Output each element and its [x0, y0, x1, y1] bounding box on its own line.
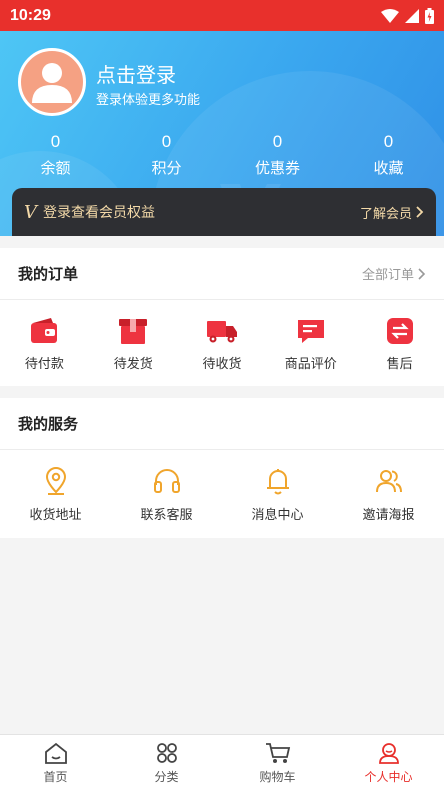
all-orders-label: 全部订单: [361, 268, 414, 283]
tab-label: 分类: [154, 770, 179, 784]
stat-value: 0: [50, 132, 61, 151]
comment-icon: [297, 320, 324, 343]
status-time: 10:29: [10, 6, 51, 24]
stat-label: 优惠券: [254, 159, 300, 177]
grid-icon: [156, 743, 177, 763]
service-label: 联系客服: [140, 508, 193, 523]
vip-banner[interactable]: V 登录查看会员权益 了解会员: [12, 188, 436, 236]
vip-link-label: 了解会员: [359, 206, 412, 222]
stat-balance[interactable]: 0 余额: [0, 131, 111, 178]
orders-grid: 待付款 待发货 待收货 商品评价 售后: [0, 300, 444, 372]
profile-icon: [378, 743, 399, 764]
service-label: 收货地址: [29, 508, 82, 523]
wallet-icon: [31, 318, 58, 343]
profile-header: 点击登录 登录体验更多功能 0 余额 0 积分 0 优惠券 0 收藏 V 登录查…: [0, 31, 444, 236]
service-address[interactable]: 收货地址: [0, 466, 111, 523]
stat-label: 余额: [40, 159, 71, 177]
service-invite-poster[interactable]: 邀请海报: [333, 466, 444, 523]
order-label: 待付款: [24, 357, 64, 372]
bell-icon: [266, 469, 289, 495]
login-title[interactable]: 点击登录: [96, 59, 176, 88]
status-bar: 10:29: [0, 0, 444, 31]
service-label: 邀请海报: [362, 508, 415, 523]
stats-row: 0 余额 0 积分 0 优惠券 0 收藏: [0, 131, 444, 178]
service-message-center[interactable]: 消息中心: [222, 466, 333, 523]
stat-label: 积分: [151, 159, 182, 177]
order-pending-shipment[interactable]: 待发货: [89, 317, 178, 372]
all-orders-link[interactable]: 全部订单: [362, 264, 426, 283]
cart-icon: [265, 743, 290, 763]
service-label: 消息中心: [251, 508, 304, 523]
services-header: 我的服务: [0, 398, 444, 450]
stat-label: 收藏: [373, 159, 404, 177]
status-icons: [381, 7, 434, 24]
order-label: 待收货: [202, 357, 242, 372]
order-after-sales[interactable]: 售后: [355, 317, 444, 372]
stat-points[interactable]: 0 积分: [111, 131, 222, 178]
chevron-right-icon: [418, 267, 426, 280]
order-label: 售后: [386, 357, 413, 372]
tab-category[interactable]: 分类: [111, 735, 222, 791]
service-customer-support[interactable]: 联系客服: [111, 466, 222, 523]
stat-favorites[interactable]: 0 收藏: [333, 131, 444, 178]
wifi-icon: [381, 8, 399, 23]
stat-coupons[interactable]: 0 优惠券: [222, 131, 333, 178]
user-avatar-icon: [32, 63, 72, 103]
avatar[interactable]: [18, 48, 86, 116]
order-label: 商品评价: [284, 357, 337, 372]
order-pending-receipt[interactable]: 待收货: [178, 317, 267, 372]
vip-badge: V: [24, 201, 37, 223]
services-grid: 收货地址 联系客服 消息中心 邀请海报: [0, 450, 444, 523]
order-review[interactable]: 商品评价: [266, 317, 355, 372]
tab-profile[interactable]: 个人中心: [333, 735, 444, 791]
tab-label: 个人中心: [364, 770, 413, 784]
package-icon: [119, 319, 148, 344]
chevron-right-icon: [416, 206, 424, 218]
login-subtitle: 登录体验更多功能: [96, 93, 201, 108]
exchange-icon: [386, 318, 413, 344]
services-title: 我的服务: [18, 415, 79, 433]
stat-value: 0: [383, 132, 394, 151]
stat-value: 0: [161, 132, 172, 151]
order-pending-payment[interactable]: 待付款: [0, 317, 89, 372]
tab-home[interactable]: 首页: [0, 735, 111, 791]
battery-icon: [425, 7, 434, 24]
services-card: 我的服务 收货地址 联系客服 消息中心 邀请海报: [0, 398, 444, 538]
tab-label: 首页: [43, 770, 68, 784]
order-label: 待发货: [113, 357, 153, 372]
tab-cart[interactable]: 购物车: [222, 735, 333, 791]
headset-icon: [153, 469, 180, 493]
signal-icon: [405, 8, 419, 23]
vip-learn-more-link[interactable]: 了解会员: [360, 203, 424, 222]
home-icon: [44, 742, 67, 764]
orders-header: 我的订单 全部订单: [0, 248, 444, 300]
stat-value: 0: [272, 132, 283, 151]
truck-icon: [206, 321, 237, 343]
orders-title: 我的订单: [18, 265, 79, 283]
location-icon: [45, 467, 66, 495]
vip-text: 登录查看会员权益: [43, 205, 155, 221]
users-icon: [375, 470, 402, 493]
orders-card: 我的订单 全部订单 待付款 待发货 待收货 商品评价 售后: [0, 248, 444, 386]
tab-label: 购物车: [259, 770, 296, 784]
bottom-tab-bar: 首页 分类 购物车 个人中心: [0, 734, 444, 791]
